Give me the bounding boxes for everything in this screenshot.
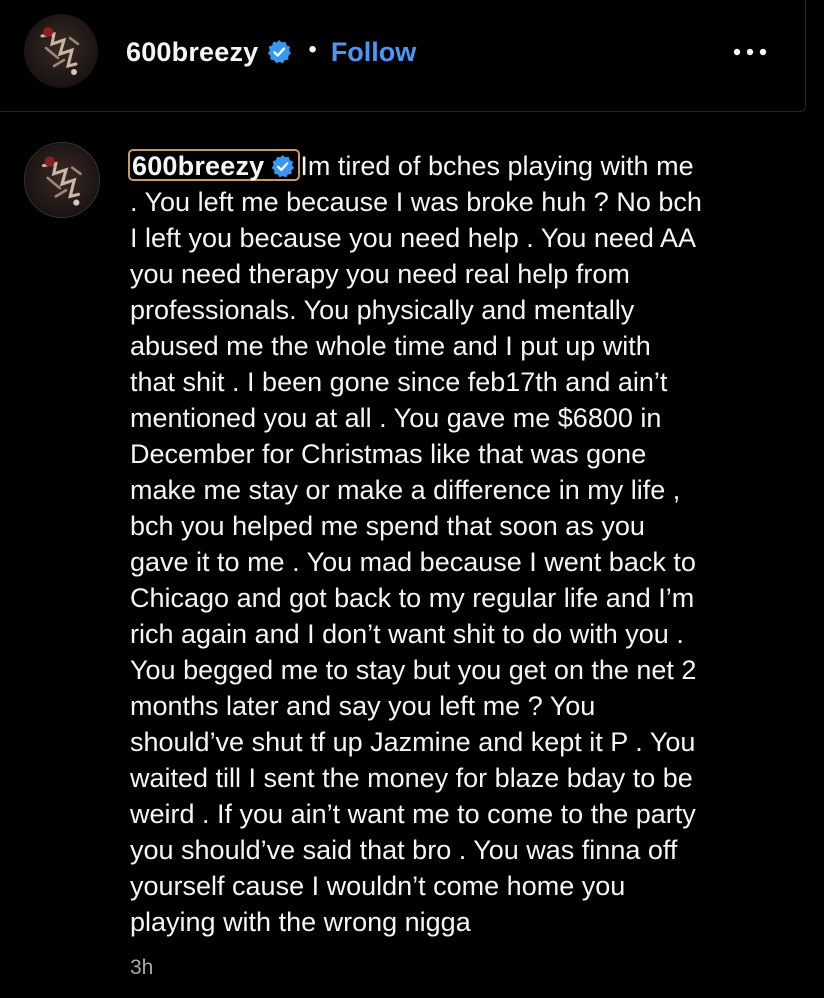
caption-avatar[interactable] xyxy=(24,142,100,218)
header-avatar[interactable] xyxy=(24,14,98,88)
header-user-row: 600breezy • Follow xyxy=(126,32,416,72)
post-header: 600breezy • Follow xyxy=(0,0,806,112)
caption-username-link[interactable]: 600breezy xyxy=(128,149,301,181)
more-options-icon[interactable] xyxy=(732,40,768,64)
post-caption: 600breezy Im tired of bches playing with … xyxy=(128,148,780,940)
post-caption-section: 600breezy Im tired of bches playing with … xyxy=(0,112,824,998)
follow-button[interactable]: Follow xyxy=(331,37,416,68)
header-username[interactable]: 600breezy xyxy=(126,37,258,68)
verified-badge-icon xyxy=(270,154,295,179)
caption-username[interactable]: 600breezy xyxy=(132,151,264,181)
post-timestamp[interactable]: 3h xyxy=(130,956,153,980)
separator-dot: • xyxy=(308,36,317,63)
caption-text: Im tired of bches playing with me . You … xyxy=(130,151,702,937)
verified-badge-icon xyxy=(266,39,292,65)
